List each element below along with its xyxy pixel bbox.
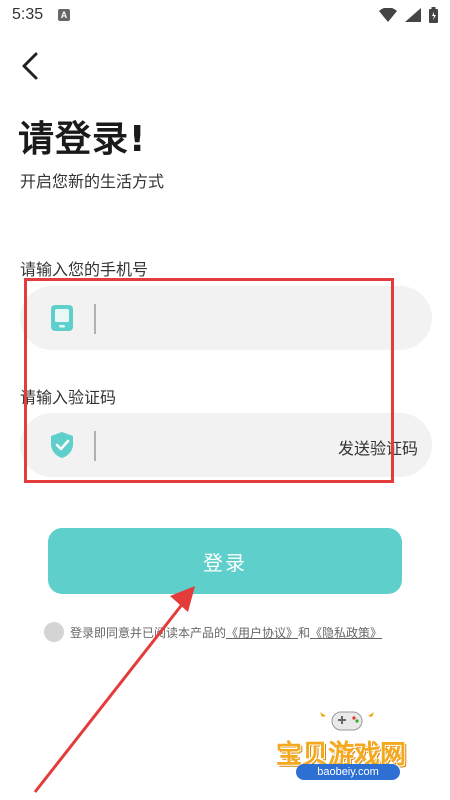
status-icons — [379, 7, 438, 23]
agreement-text: 登录即同意并已阅读本产品的 — [70, 625, 227, 640]
a-icon: A — [58, 9, 70, 21]
battery-icon — [429, 7, 438, 23]
watermark-url: baobeiy.com — [296, 764, 400, 780]
agreement-and: 和 — [298, 625, 311, 640]
agreement-row: 登录即同意并已阅读本产品的 《用户协议》 和 《隐私政策》 — [44, 622, 382, 642]
status-bar: 5:35 A — [0, 0, 450, 32]
signal-icon — [405, 8, 421, 22]
page-title: 请登录! — [18, 119, 147, 160]
page-subtitle: 开启您新的生活方式 — [20, 172, 165, 191]
status-time: 5:35 — [12, 6, 44, 23]
back-button[interactable] — [16, 50, 48, 82]
highlight-box — [24, 278, 394, 483]
wifi-icon — [379, 8, 397, 22]
privacy-policy-link[interactable]: 《隐私政策》 — [310, 624, 382, 641]
agree-checkbox[interactable] — [44, 622, 64, 642]
chevron-left-icon — [22, 52, 38, 80]
phone-label: 请输入您的手机号 — [20, 260, 149, 279]
login-button[interactable]: 登录 — [48, 528, 402, 594]
watermark-logo: 宝贝游戏网 baobeiy.com — [272, 706, 442, 786]
user-agreement-link[interactable]: 《用户协议》 — [226, 624, 298, 641]
